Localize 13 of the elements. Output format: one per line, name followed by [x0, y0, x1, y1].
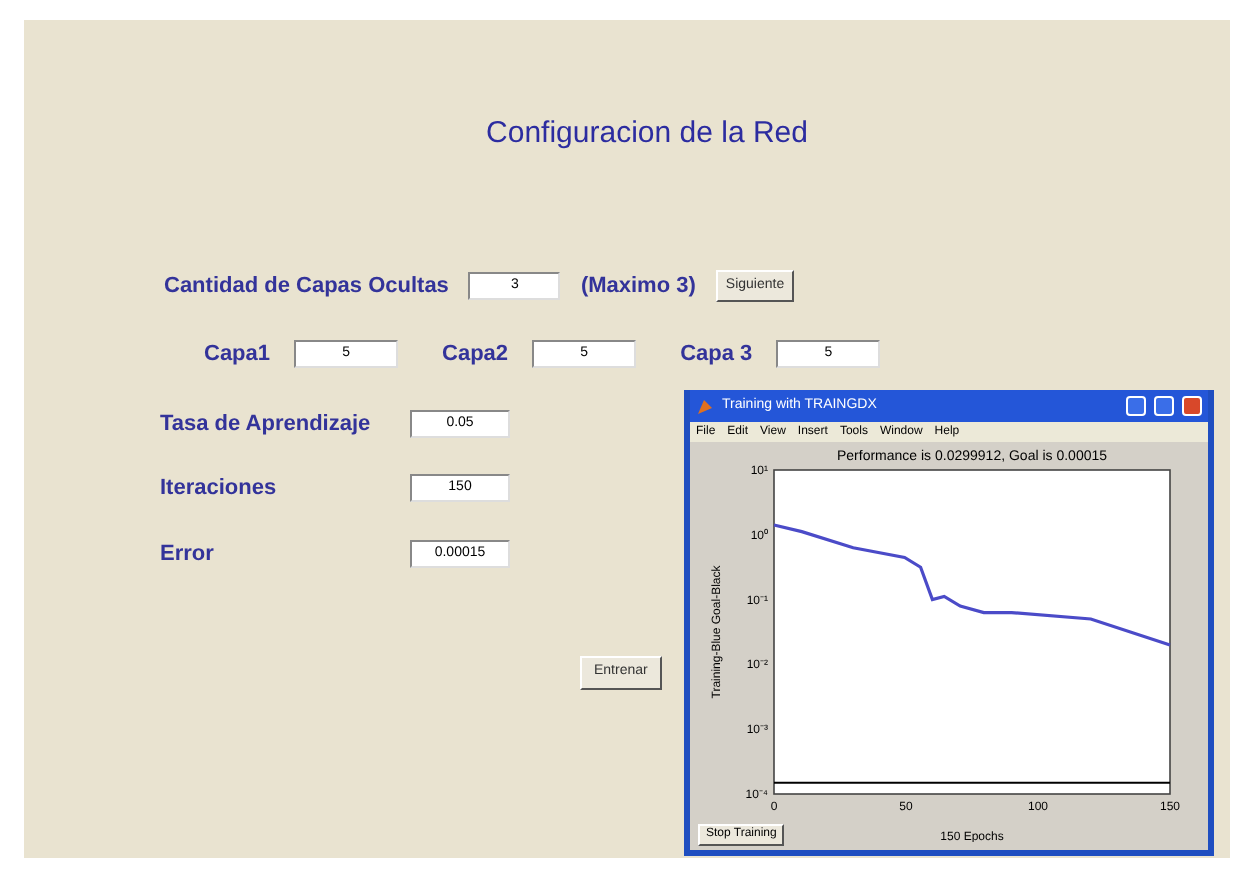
field-label: Iteraciones [160, 474, 279, 504]
close-button[interactable] [1182, 396, 1202, 416]
field-note: (Maximo 3) [580, 271, 696, 301]
field-label: Cantidad de Capas Ocultas [164, 271, 449, 301]
field-label: Capa 3 [680, 340, 753, 370]
field-label: Capa1 [204, 340, 271, 370]
form-heading: Configuracion de la Red [484, 114, 810, 154]
maximize-button[interactable] [1154, 396, 1174, 416]
field-label: Capa2 [442, 340, 509, 370]
field-label: Error [160, 539, 216, 569]
app-icon [696, 397, 714, 415]
field-label: Tasa de Aprendizaje [160, 409, 373, 439]
minimize-button[interactable] [1126, 396, 1146, 416]
